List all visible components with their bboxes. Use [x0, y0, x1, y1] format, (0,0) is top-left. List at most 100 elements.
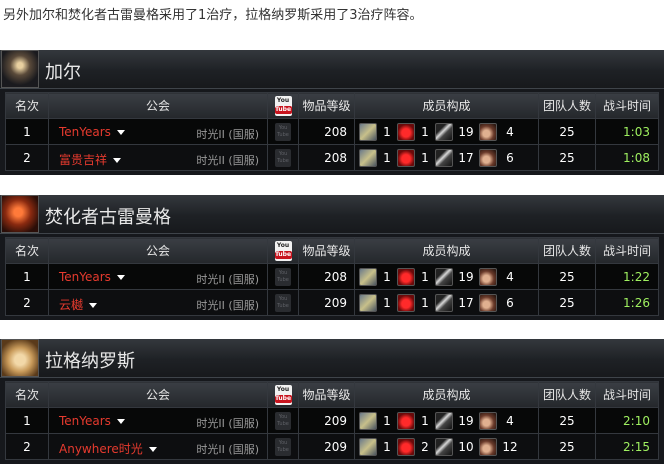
column-header-fight-time[interactable]: 战斗时间 [595, 381, 659, 408]
column-header-item-level[interactable]: 物品等级 [298, 237, 355, 264]
raid-size-cell: 25 [538, 118, 596, 145]
rdps-count: 6 [506, 295, 514, 310]
column-header-raid-size[interactable]: 团队人数 [538, 381, 596, 408]
column-header-composition[interactable]: 成员构成 [354, 237, 539, 264]
column-header-fight-time[interactable]: 战斗时间 [595, 92, 659, 119]
column-header-fight-time[interactable]: 战斗时间 [595, 237, 659, 264]
raid-size-cell: 25 [538, 433, 596, 460]
guild-dropdown[interactable]: 云樾 [59, 296, 98, 313]
youtube-icon-you: You [278, 269, 288, 276]
column-header-composition[interactable]: 成员构成 [354, 92, 539, 119]
ranged-dps-role-icon [479, 293, 497, 312]
column-header-video[interactable]: You Tube [267, 381, 299, 408]
youtube-icon: You Tube [274, 240, 292, 261]
caret-down-icon[interactable] [148, 447, 157, 452]
ranking-table: 名次 公会 You Tube 物品等级 成员构成 团队人数 战斗时间 1 TenYears 时光II… [5, 237, 659, 316]
guild-cell: TenYears 时光II (国服) [48, 407, 268, 434]
youtube-icon[interactable]: You Tube [275, 437, 291, 456]
ranged-dps-role-icon [479, 267, 497, 286]
column-header-video[interactable]: You Tube [267, 237, 299, 264]
table-row: 1 TenYears 时光II (国服) You Tube 208 1 1 19 4 25 1:03 [5, 118, 659, 145]
boss-header: 焚化者古雷曼格 [0, 195, 664, 234]
rdps-count: 6 [506, 150, 514, 165]
item-level-cell: 209 [298, 289, 355, 316]
boss-panel: 拉格纳罗斯 名次 公会 You Tube 物品等级 成员构成 团队人数 战斗时间 1 TenYear… [0, 339, 664, 464]
guild-dropdown[interactable]: TenYears [59, 125, 125, 139]
column-header-rank[interactable]: 名次 [5, 237, 49, 264]
fight-time-cell: 2:10 [595, 407, 659, 434]
guild-cell: TenYears 时光II (国服) [48, 118, 268, 145]
mdps-count: 19 [458, 124, 474, 139]
guild-dropdown[interactable]: TenYears [59, 414, 125, 428]
guild-dropdown[interactable]: 富贵吉祥 [59, 151, 122, 168]
caret-down-icon[interactable] [89, 303, 98, 308]
youtube-icon-tube: Tube [277, 420, 289, 427]
realm-label: 时光II (国服) [196, 443, 259, 456]
youtube-icon[interactable]: You Tube [275, 122, 291, 141]
item-level-cell: 208 [298, 118, 355, 145]
rdps-count: 4 [506, 269, 514, 284]
column-header-item-level[interactable]: 物品等级 [298, 92, 355, 119]
realm-label: 时光II (国服) [196, 299, 259, 312]
tank-role-icon [359, 267, 377, 286]
tank-count: 1 [383, 413, 391, 428]
table-row: 2 Anywhere时光 时光II (国服) You Tube 209 1 2 10 12 25 2:… [5, 433, 659, 460]
youtube-icon[interactable]: You Tube [275, 293, 291, 312]
guild-dropdown[interactable]: TenYears [59, 270, 125, 284]
tank-role-icon [359, 411, 377, 430]
guild-dropdown[interactable]: Anywhere时光 [59, 440, 157, 457]
heal-count: 1 [421, 124, 429, 139]
guild-cell: 富贵吉祥 时光II (国服) [48, 144, 268, 171]
melee-dps-role-icon [435, 293, 453, 312]
rank-cell: 2 [5, 144, 49, 171]
guild-name[interactable]: TenYears [59, 414, 111, 428]
caret-down-icon[interactable] [116, 419, 125, 424]
ranged-dps-role-icon [479, 148, 497, 167]
tank-count: 1 [383, 439, 391, 454]
fight-time-cell: 1:22 [595, 263, 659, 290]
guild-name[interactable]: 云樾 [59, 298, 83, 312]
ranking-table: 名次 公会 You Tube 物品等级 成员构成 团队人数 战斗时间 1 TenYears 时光II… [5, 92, 659, 171]
column-header-raid-size[interactable]: 团队人数 [538, 92, 596, 119]
tank-role-icon [359, 122, 377, 141]
youtube-icon-you: You [276, 241, 290, 249]
youtube-icon-you: You [278, 124, 288, 131]
column-header-rank[interactable]: 名次 [5, 381, 49, 408]
column-header-guild[interactable]: 公会 [48, 381, 268, 408]
video-cell: You Tube [267, 289, 299, 316]
column-header-guild[interactable]: 公会 [48, 92, 268, 119]
youtube-icon-tube: Tube [274, 250, 292, 259]
caret-down-icon[interactable] [116, 275, 125, 280]
video-cell: You Tube [267, 144, 299, 171]
boss-header: 拉格纳罗斯 [0, 339, 664, 378]
column-header-raid-size[interactable]: 团队人数 [538, 237, 596, 264]
column-header-composition[interactable]: 成员构成 [354, 381, 539, 408]
youtube-icon[interactable]: You Tube [275, 148, 291, 167]
mdps-count: 19 [458, 269, 474, 284]
column-header-video[interactable]: You Tube [267, 92, 299, 119]
table-header-row: 名次 公会 You Tube 物品等级 成员构成 团队人数 战斗时间 [5, 237, 659, 264]
caret-down-icon[interactable] [113, 158, 122, 163]
realm-label: 时光II (国服) [196, 273, 259, 286]
caret-down-icon[interactable] [116, 130, 125, 135]
youtube-icon[interactable]: You Tube [275, 411, 291, 430]
melee-dps-role-icon [435, 411, 453, 430]
table-header-row: 名次 公会 You Tube 物品等级 成员构成 团队人数 战斗时间 [5, 381, 659, 408]
tank-role-icon [359, 293, 377, 312]
healer-role-icon [397, 293, 415, 312]
column-header-item-level[interactable]: 物品等级 [298, 381, 355, 408]
mdps-count: 10 [458, 439, 474, 454]
column-header-guild[interactable]: 公会 [48, 237, 268, 264]
youtube-icon[interactable]: You Tube [275, 267, 291, 286]
guild-name[interactable]: TenYears [59, 270, 111, 284]
rdps-count: 4 [506, 413, 514, 428]
guild-cell: TenYears 时光II (国服) [48, 263, 268, 290]
composition-cell: 1 1 19 4 [354, 118, 539, 145]
boss-panel: 加尔 名次 公会 You Tube 物品等级 成员构成 团队人数 战斗时间 1 TenYears 时光… [0, 50, 664, 175]
column-header-rank[interactable]: 名次 [5, 92, 49, 119]
composition-cell: 1 1 19 4 [354, 407, 539, 434]
guild-name[interactable]: TenYears [59, 125, 111, 139]
youtube-icon-you: You [278, 150, 288, 157]
youtube-icon-you: You [278, 413, 288, 420]
guild-name[interactable]: 富贵吉祥 [59, 153, 107, 167]
